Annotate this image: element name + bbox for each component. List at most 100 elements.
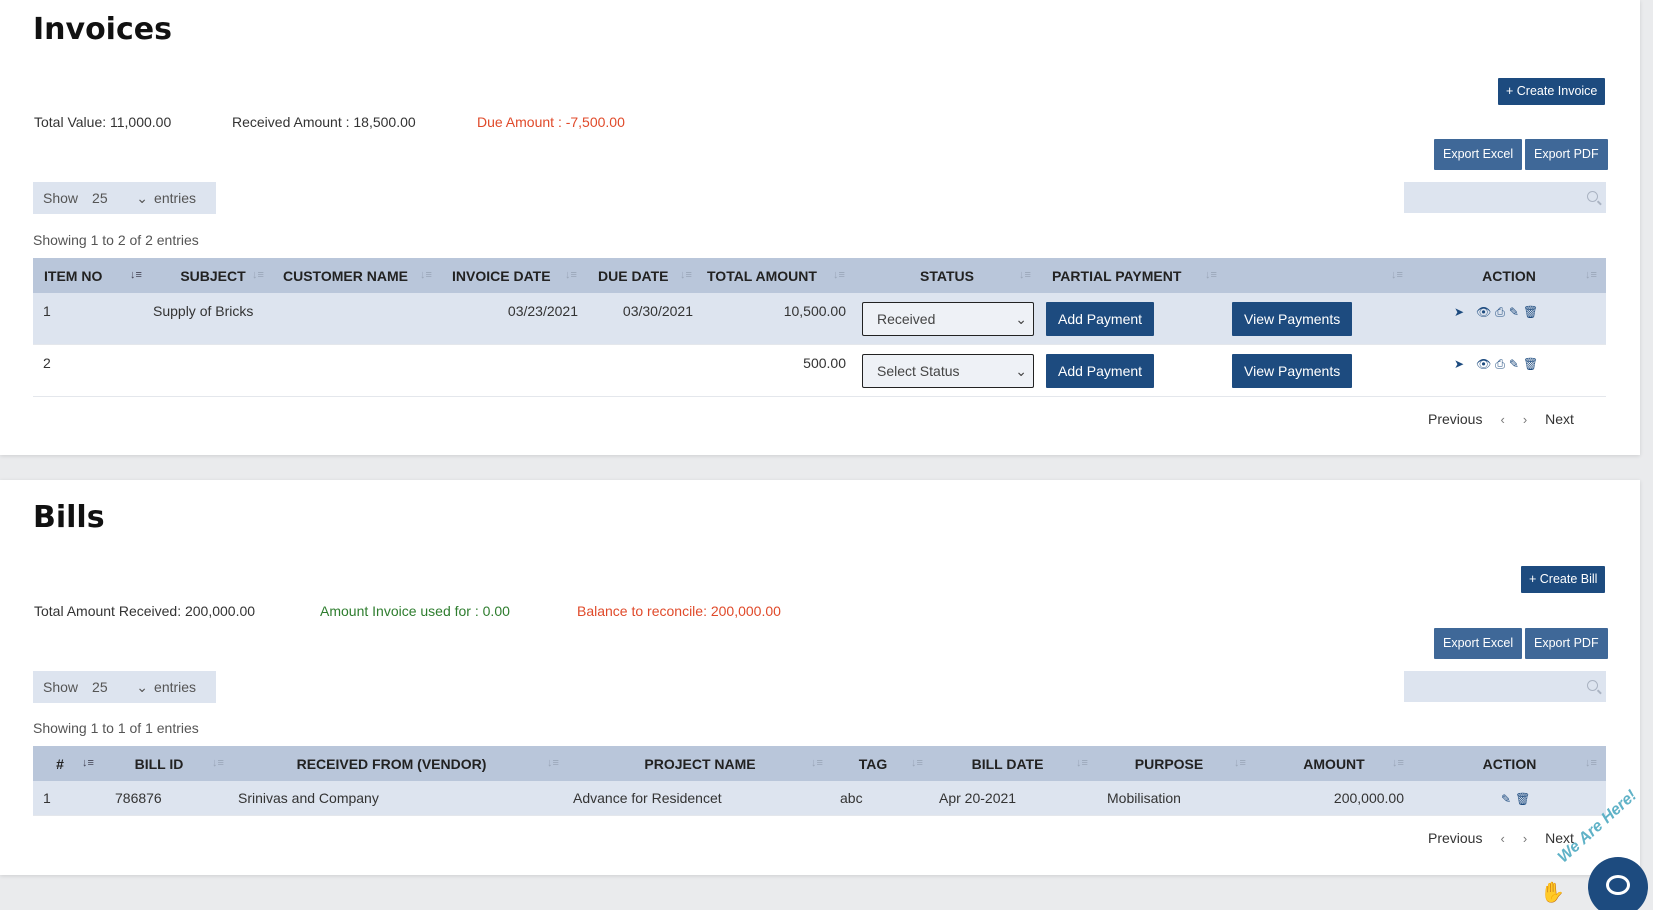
cell-item-no: 2 (43, 355, 51, 371)
search-input[interactable] (1404, 671, 1606, 702)
col-blank[interactable]: ↓≡ (1226, 258, 1412, 293)
col-total-amount[interactable]: TOTAL AMOUNT ↓≡ (701, 258, 854, 293)
table-row: 2 500.00 Select Status ⌄ Add Payment View… (33, 345, 1606, 397)
entries-value: 25 (92, 679, 108, 695)
view-payments-button[interactable]: View Payments (1232, 302, 1353, 336)
col-amount[interactable]: AMOUNT ↓≡ (1255, 746, 1413, 781)
sort-icon: ↓≡ (1391, 269, 1403, 281)
col-due-date[interactable]: DUE DATE ↓≡ (586, 258, 701, 293)
entries-select[interactable]: 25 ⌄ (92, 679, 148, 696)
pagination: Previous ‹ › Next (1428, 411, 1574, 427)
col-vendor[interactable]: RECEIVED FROM (VENDOR) ↓≡ (233, 746, 568, 781)
due-amount: Due Amount : -7,500.00 (477, 114, 625, 130)
showing-info: Showing 1 to 2 of 2 entries (33, 232, 199, 248)
export-excel-button[interactable]: Export Excel (1434, 139, 1523, 170)
received-amount: Received Amount : 18,500.00 (232, 114, 416, 130)
col-bill-id[interactable]: BILL ID ↓≡ (103, 746, 233, 781)
delete-icon[interactable]: 🗑 (1515, 792, 1530, 806)
delete-icon[interactable]: 🗑 (1523, 357, 1538, 372)
col-invoice-date[interactable]: INVOICE DATE ↓≡ (441, 258, 586, 293)
sort-icon: ↓≡ (1076, 757, 1088, 769)
export-pdf-button[interactable]: Export PDF (1525, 139, 1608, 170)
chevron-left-icon[interactable]: ‹ (1500, 831, 1504, 846)
next-button[interactable]: Next (1545, 411, 1574, 427)
view-payments-button[interactable]: View Payments (1232, 354, 1353, 388)
col-subject[interactable]: SUBJECT ↓≡ (153, 258, 273, 293)
edit-icon[interactable]: ✎ (1509, 357, 1519, 372)
delete-icon[interactable]: 🗑 (1523, 305, 1538, 320)
show-label: Show (43, 190, 79, 206)
sort-icon: ↓≡ (420, 269, 432, 281)
row-actions: ➤ 👁 ⎙ ✎ 🗑 (1412, 293, 1606, 320)
cell-vendor: Srinivas and Company (238, 790, 379, 806)
entries-select[interactable]: 25 ⌄ (92, 190, 148, 207)
cell-due-date (586, 345, 701, 355)
create-invoice-button[interactable]: + Create Invoice (1498, 78, 1606, 105)
col-purpose[interactable]: PURPOSE ↓≡ (1097, 746, 1255, 781)
add-payment-button[interactable]: Add Payment (1046, 302, 1155, 336)
col-tag[interactable]: TAG ↓≡ (832, 746, 932, 781)
print-icon[interactable]: ⎙ (1495, 305, 1505, 320)
entries-length-control: Show 25 ⌄ entries (33, 671, 216, 703)
col-customer-name[interactable]: CUSTOMER NAME ↓≡ (273, 258, 441, 293)
print-icon[interactable]: ⎙ (1495, 357, 1505, 372)
export-pdf-button[interactable]: Export PDF (1525, 628, 1608, 659)
showing-info: Showing 1 to 1 of 1 entries (33, 720, 199, 736)
sort-icon: ↓≡ (130, 269, 142, 281)
cell-invoice-date: 03/23/2021 (507, 303, 578, 319)
sort-icon: ↓≡ (547, 757, 559, 769)
chevron-right-icon[interactable]: › (1523, 831, 1527, 846)
chevron-left-icon[interactable]: ‹ (1500, 412, 1504, 427)
table-row: 1 Supply of Bricks 03/23/2021 03/30/2021… (33, 293, 1606, 345)
view-icon[interactable]: 👁 (1476, 357, 1491, 372)
col-item-no[interactable]: ITEM NO ↓≡ (33, 258, 153, 293)
cell-bill-date: Apr 20-2021 (939, 790, 1017, 806)
sort-icon: ↓≡ (1392, 757, 1404, 769)
col-project-name[interactable]: PROJECT NAME ↓≡ (568, 746, 832, 781)
cell-bill-id: 786876 (115, 790, 162, 806)
previous-button[interactable]: Previous (1428, 411, 1482, 427)
add-payment-button[interactable]: Add Payment (1046, 354, 1155, 388)
send-icon[interactable]: ➤ (1454, 357, 1464, 372)
entries-label: entries (154, 679, 197, 695)
edit-icon[interactable]: ✎ (1501, 792, 1511, 806)
sort-icon: ↓≡ (1585, 269, 1597, 281)
chevron-down-icon: ⌄ (136, 678, 149, 695)
col-status[interactable]: STATUS ↓≡ (854, 258, 1040, 293)
entries-value: 25 (92, 190, 108, 206)
cell-project: Advance for Residencet (573, 790, 722, 806)
table-header: ITEM NO ↓≡ SUBJECT ↓≡ CUSTOMER NAME ↓≡ INVO… (33, 258, 1606, 293)
send-icon[interactable]: ➤ (1454, 305, 1464, 320)
sort-icon: ↓≡ (212, 757, 224, 769)
chevron-down-icon: ⌄ (1015, 362, 1027, 379)
edit-icon[interactable]: ✎ (1509, 305, 1519, 320)
status-value: Received (877, 311, 936, 327)
entries-length-control: Show 25 ⌄ entries (33, 182, 216, 214)
sort-icon: ↓≡ (565, 269, 577, 281)
sort-icon: ↓≡ (252, 269, 264, 281)
cell-tag: abc (840, 790, 863, 806)
balance-to-reconcile: Balance to reconcile: 200,000.00 (577, 603, 781, 619)
waving-hand-icon: ✋ (1540, 882, 1565, 904)
col-action[interactable]: ACTION ↓≡ (1413, 746, 1606, 781)
col-bill-date[interactable]: BILL DATE ↓≡ (932, 746, 1097, 781)
sort-icon: ↓≡ (1585, 757, 1597, 769)
view-icon[interactable]: 👁 (1476, 305, 1491, 320)
status-select[interactable]: Select Status ⌄ (854, 345, 1040, 388)
status-select[interactable]: Received ⌄ (854, 293, 1040, 336)
create-bill-button[interactable]: + Create Bill (1521, 566, 1606, 593)
invoices-title: Invoices (33, 12, 172, 47)
chat-button[interactable] (1588, 857, 1648, 910)
cell-customer (273, 293, 441, 303)
chat-icon (1606, 875, 1630, 895)
previous-button[interactable]: Previous (1428, 830, 1482, 846)
cell-subject: Supply of Bricks (153, 303, 254, 319)
col-num[interactable]: # ↓≡ (33, 746, 103, 781)
cell-purpose: Mobilisation (1107, 790, 1181, 806)
col-action[interactable]: ACTION ↓≡ (1412, 258, 1606, 293)
search-input[interactable] (1404, 182, 1606, 213)
export-excel-button[interactable]: Export Excel (1434, 628, 1523, 659)
chevron-right-icon[interactable]: › (1523, 412, 1527, 427)
status-value: Select Status (877, 363, 960, 379)
col-partial-payment[interactable]: PARTIAL PAYMENT ↓≡ (1040, 258, 1226, 293)
